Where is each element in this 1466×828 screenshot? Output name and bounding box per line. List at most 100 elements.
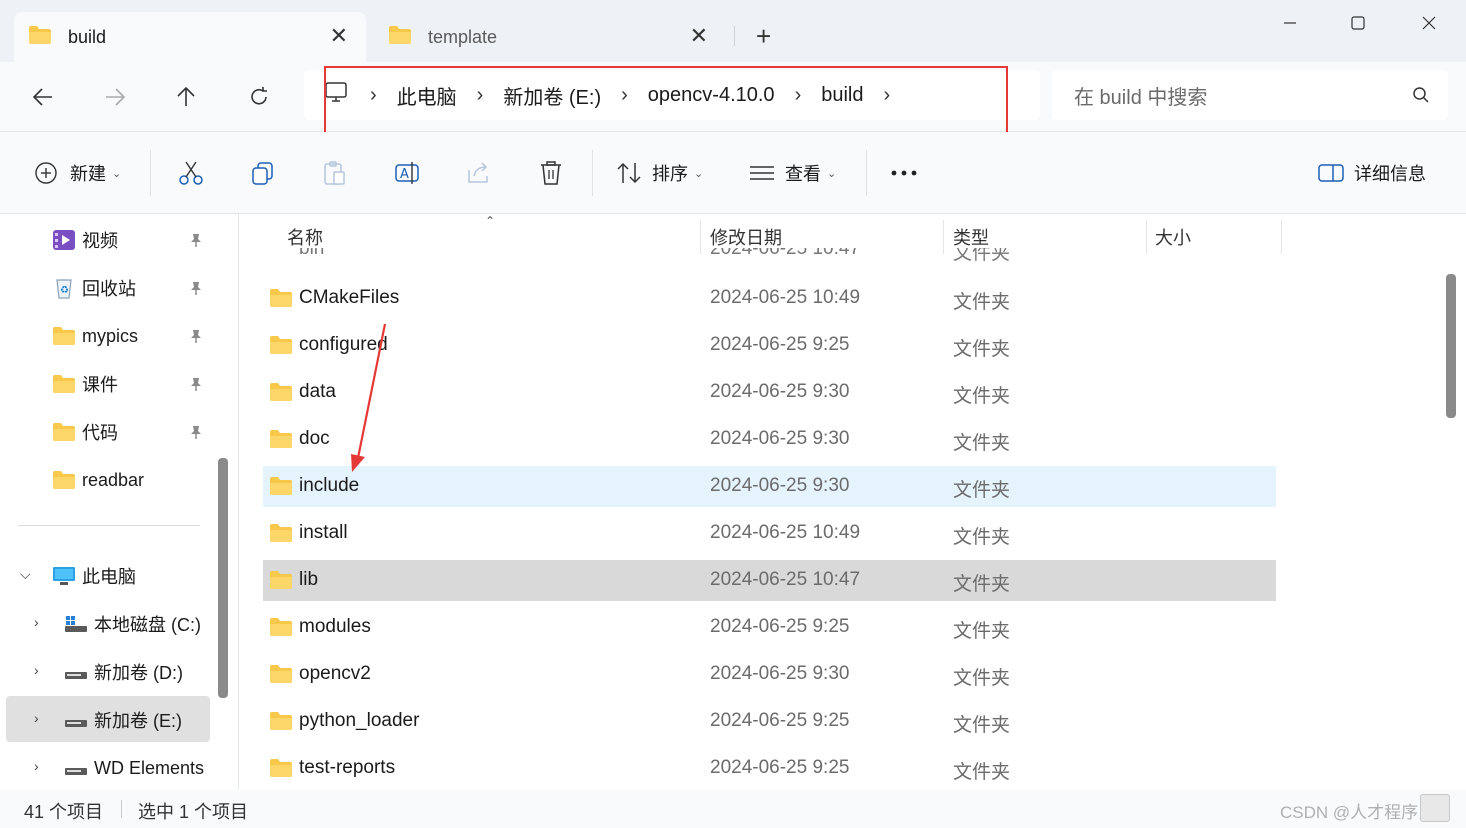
close-tab-icon[interactable]: ✕ — [690, 25, 708, 47]
chevron-right-icon[interactable]: › — [34, 662, 39, 678]
file-name: opencv2 — [299, 663, 371, 684]
file-name: bin — [299, 248, 325, 259]
column-header-modified[interactable]: 修改日期 — [710, 224, 782, 250]
pin-icon[interactable] — [188, 280, 204, 301]
folder-icon — [28, 25, 52, 50]
file-row[interactable]: install 2024-06-25 10:49 文件夹 — [263, 513, 1276, 554]
rename-button[interactable]: A — [394, 156, 420, 190]
recycle-bin-icon: ♻ — [56, 279, 72, 299]
file-date: 2024-06-25 10:47 — [710, 248, 861, 259]
maximize-button[interactable] — [1338, 8, 1378, 38]
file-row[interactable]: lib 2024-06-25 10:47 文件夹 — [263, 560, 1276, 601]
partial-file-row[interactable]: bin 2024-06-25 10:47 文件夹 — [263, 248, 1276, 262]
sort-button[interactable]: 排序 ⌄ — [616, 156, 703, 190]
navigation-pane: 视频 ♻ 回收站 mypics 课件 代码 readbar ⌵ 此电脑 › 本地… — [0, 214, 232, 790]
file-row[interactable]: opencv2 2024-06-25 9:30 文件夹 — [263, 654, 1276, 695]
pin-icon[interactable] — [188, 328, 204, 349]
view-button[interactable]: 查看 ⌄ — [749, 156, 836, 190]
file-row[interactable]: CMakeFiles 2024-06-25 10:49 文件夹 — [263, 278, 1276, 319]
refresh-button[interactable] — [241, 80, 277, 114]
pin-icon[interactable] — [188, 376, 204, 397]
sidebar-item-videos[interactable]: 视频 — [52, 218, 232, 262]
close-tab-icon[interactable]: ✕ — [330, 25, 348, 47]
drive-icon — [65, 768, 87, 775]
new-tab-button[interactable]: + — [756, 22, 771, 50]
more-options-button[interactable] — [890, 156, 918, 190]
toolbar-divider — [866, 150, 867, 196]
tab-divider — [734, 26, 735, 46]
folder-icon — [269, 476, 293, 502]
tab-template[interactable]: template ✕ — [374, 12, 726, 62]
file-name: modules — [299, 616, 371, 637]
details-view-button[interactable] — [1420, 794, 1450, 822]
tab-build[interactable]: build ✕ — [14, 12, 366, 62]
share-button[interactable] — [466, 156, 492, 190]
sidebar-item-recycle-bin[interactable]: ♻ 回收站 — [52, 266, 232, 310]
svg-text:A: A — [400, 167, 409, 182]
file-type: 文件夹 — [953, 480, 1011, 501]
file-date: 2024-06-25 9:25 — [710, 757, 850, 778]
sidebar-item-readbar[interactable]: readbar — [52, 458, 232, 502]
copy-button[interactable] — [250, 156, 276, 190]
back-arrow-icon — [32, 88, 52, 106]
sidebar-item-label: readbar — [82, 469, 145, 490]
watermark: CSDN @人才程序员 — [1280, 803, 1436, 822]
tab-label: build — [68, 26, 107, 47]
sidebar-item-wd-elements[interactable]: WD Elements — [64, 746, 232, 790]
details-pane-button[interactable]: 详细信息 — [1318, 156, 1426, 190]
pin-icon[interactable] — [188, 424, 204, 445]
chevron-down-icon[interactable]: ⌵ — [20, 566, 31, 583]
file-name: install — [299, 522, 348, 543]
sidebar-item-courseware[interactable]: 课件 — [52, 362, 232, 406]
search-placeholder: 在 build 中搜索 — [1074, 86, 1208, 109]
up-arrow-icon — [177, 86, 195, 106]
column-divider[interactable] — [1281, 220, 1282, 254]
minimize-button[interactable] — [1270, 8, 1310, 38]
drive-icon — [65, 672, 87, 679]
file-list-scrollbar[interactable] — [1446, 274, 1456, 418]
sidebar-item-label: mypics — [82, 325, 139, 346]
file-row[interactable]: modules 2024-06-25 9:25 文件夹 — [263, 607, 1276, 648]
sidebar-item-label: 视频 — [82, 231, 118, 251]
file-row[interactable]: test-reports 2024-06-25 9:25 文件夹 — [263, 748, 1276, 789]
folder-icon — [269, 523, 293, 549]
file-name: include — [299, 475, 360, 496]
sidebar-item-this-pc[interactable]: 此电脑 — [52, 554, 232, 598]
sidebar-item-drive-d[interactable]: 新加卷 (D:) — [64, 650, 232, 694]
status-bar: 41 个项目 选中 1 个项目 CSDN @人才程序员 — [0, 790, 1466, 828]
search-icon[interactable] — [1412, 86, 1430, 110]
folder-icon — [269, 758, 293, 784]
forward-button[interactable] — [97, 80, 133, 114]
back-button[interactable] — [25, 80, 61, 114]
file-row[interactable]: python_loader 2024-06-25 9:25 文件夹 — [263, 701, 1276, 742]
folder-icon — [269, 429, 293, 455]
new-label: 新建 — [70, 164, 106, 184]
new-button[interactable]: 新建 ⌄ — [34, 156, 121, 190]
sidebar-item-label: 本地磁盘 (C:) — [94, 615, 201, 635]
file-type: 文件夹 — [953, 292, 1011, 313]
file-row[interactable]: configured 2024-06-25 9:25 文件夹 — [263, 325, 1276, 366]
sidebar-item-drive-c[interactable]: 本地磁盘 (C:) — [64, 602, 232, 646]
file-row[interactable]: doc 2024-06-25 9:30 文件夹 — [263, 419, 1276, 460]
search-box[interactable]: 在 build 中搜索 — [1052, 70, 1448, 120]
sidebar-scrollbar[interactable] — [218, 458, 228, 698]
chevron-right-icon[interactable]: › — [34, 758, 39, 774]
up-button[interactable] — [168, 80, 204, 114]
chevron-right-icon[interactable]: › — [34, 710, 39, 726]
sidebar-item-drive-e[interactable]: 新加卷 (E:) — [64, 698, 232, 742]
item-count: 41 个项目 — [24, 802, 104, 822]
file-row[interactable]: include 2024-06-25 9:30 文件夹 — [263, 466, 1276, 507]
column-header-name[interactable]: 名称 — [287, 224, 323, 250]
pin-icon[interactable] — [188, 232, 204, 253]
paste-button[interactable] — [322, 156, 348, 190]
delete-button[interactable] — [538, 156, 564, 190]
sidebar-item-label: 课件 — [82, 375, 118, 395]
close-window-button[interactable] — [1409, 8, 1449, 38]
cut-button[interactable] — [178, 156, 204, 190]
file-row[interactable]: data 2024-06-25 9:30 文件夹 — [263, 372, 1276, 413]
sidebar-item-mypics[interactable]: mypics — [52, 314, 232, 358]
chevron-right-icon[interactable]: › — [34, 614, 39, 630]
column-header-type[interactable]: 类型 — [953, 224, 989, 250]
sidebar-item-code[interactable]: 代码 — [52, 410, 232, 454]
column-header-size[interactable]: 大小 — [1155, 224, 1191, 250]
